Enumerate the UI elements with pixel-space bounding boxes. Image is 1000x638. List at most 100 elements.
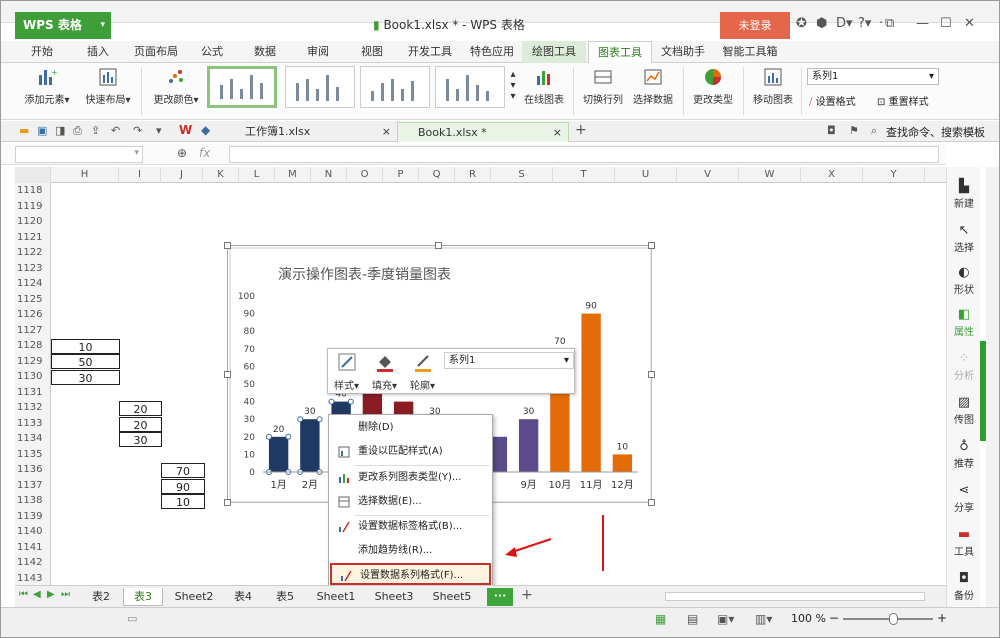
formula-input[interactable] bbox=[229, 146, 939, 163]
series-dropdown[interactable]: 系列1 ▾ bbox=[807, 68, 939, 85]
cell-j1136[interactable]: 70 bbox=[161, 463, 205, 478]
tab-view[interactable]: 视图 bbox=[353, 41, 391, 63]
row-header[interactable]: 1137 bbox=[15, 478, 51, 494]
sidebar-item-share[interactable]: ⋖ 分享 bbox=[947, 483, 981, 514]
resize-handle[interactable] bbox=[648, 371, 655, 378]
row-header[interactable]: 1143 bbox=[15, 571, 51, 587]
export-icon[interactable]: ⇪ bbox=[91, 124, 100, 137]
name-box[interactable]: ▾ bbox=[15, 146, 143, 163]
resize-handle[interactable] bbox=[648, 499, 655, 506]
col-header[interactable]: P bbox=[383, 167, 419, 183]
close-tab-icon[interactable]: × bbox=[382, 122, 391, 142]
sheet-tab[interactable]: Sheet1 bbox=[309, 588, 363, 606]
cell-h1130[interactable]: 30 bbox=[51, 370, 120, 385]
zoom-slider-thumb[interactable] bbox=[889, 613, 898, 625]
add-sheet-icon[interactable]: + bbox=[521, 587, 533, 603]
col-header[interactable]: Y bbox=[863, 167, 925, 183]
switch-rowcol-button[interactable]: 切换行列 bbox=[579, 63, 627, 106]
folder-icon[interactable]: ▬ bbox=[19, 124, 29, 137]
redo-icon[interactable]: ↷ bbox=[133, 124, 142, 137]
cell-j1138[interactable]: 10 bbox=[161, 494, 205, 509]
col-header[interactable]: R bbox=[455, 167, 491, 183]
sheet-tab[interactable]: 表4 bbox=[225, 588, 261, 606]
col-header[interactable]: J bbox=[161, 167, 203, 183]
row-header[interactable]: 1120 bbox=[15, 214, 51, 230]
style-button[interactable]: 样式▾ bbox=[334, 377, 359, 392]
more-icon[interactable]: · bbox=[879, 16, 883, 31]
zoom-out-icon[interactable]: − bbox=[829, 611, 839, 625]
close-tab-icon[interactable]: × bbox=[553, 123, 562, 143]
col-header[interactable]: L bbox=[239, 167, 275, 183]
flag-icon[interactable]: ⚑ bbox=[849, 124, 859, 137]
page-break-icon[interactable]: ▣▾ bbox=[717, 612, 734, 626]
zoom-icon[interactable]: ⊕ bbox=[177, 146, 187, 160]
doc-tab-workbook1[interactable]: 工作簿1.xlsx × bbox=[225, 122, 397, 142]
row-header[interactable]: 1127 bbox=[15, 323, 51, 339]
tab-start[interactable]: 开始 bbox=[21, 41, 63, 63]
change-type-button[interactable]: 更改类型 bbox=[689, 63, 737, 106]
row-header[interactable]: 1130 bbox=[15, 369, 51, 385]
sidebar-item-new[interactable]: ▙ 新建 bbox=[947, 179, 981, 210]
row-header[interactable]: 1119 bbox=[15, 199, 51, 215]
reset-style-button[interactable]: ⊡ 重置样式 bbox=[877, 93, 929, 108]
wps-home-icon[interactable]: W bbox=[179, 123, 192, 137]
resize-handle[interactable] bbox=[435, 242, 442, 249]
col-header[interactable]: S bbox=[491, 167, 553, 183]
skin-icon[interactable]: ✪ bbox=[796, 16, 807, 31]
normal-view-icon[interactable]: ▦ bbox=[655, 612, 666, 626]
new-tab-icon[interactable]: + bbox=[575, 122, 587, 138]
col-header[interactable]: K bbox=[203, 167, 239, 183]
row-header[interactable]: 1132 bbox=[15, 400, 51, 416]
chart-style-2[interactable] bbox=[285, 66, 355, 108]
select-data-button[interactable]: 选择数据 bbox=[629, 63, 677, 106]
zoom-in-icon[interactable]: + bbox=[937, 611, 947, 625]
col-header[interactable]: O bbox=[347, 167, 383, 183]
vertical-scrollbar[interactable] bbox=[986, 167, 999, 607]
close-icon[interactable]: ✕ bbox=[964, 16, 975, 31]
fx-icon[interactable]: fx bbox=[199, 146, 210, 160]
row-header[interactable]: 1136 bbox=[15, 462, 51, 478]
row-header[interactable]: 1122 bbox=[15, 245, 51, 261]
row-header[interactable]: 1134 bbox=[15, 431, 51, 447]
wps-menu-button[interactable]: WPS 表格 ▾ bbox=[15, 12, 111, 39]
row-header[interactable]: 1140 bbox=[15, 524, 51, 540]
row-header[interactable]: 1141 bbox=[15, 540, 51, 556]
menu-item-delete[interactable]: 删除(D) bbox=[330, 417, 491, 439]
move-chart-button[interactable]: 移动图表 bbox=[749, 63, 797, 106]
sidebar-item-select[interactable]: ↖ 选择 bbox=[947, 223, 981, 254]
sheet-tab[interactable]: 表2 bbox=[83, 588, 119, 606]
row-header[interactable]: 1123 bbox=[15, 261, 51, 277]
col-header[interactable]: N bbox=[311, 167, 347, 183]
sidebar-item-tools[interactable]: ▬ 工具 bbox=[947, 527, 981, 558]
row-header[interactable]: 1133 bbox=[15, 416, 51, 432]
col-header[interactable]: H bbox=[51, 167, 119, 183]
horizontal-scrollbar[interactable] bbox=[665, 592, 925, 601]
sidebar-item-recommend[interactable]: ♁ 推荐 bbox=[947, 439, 981, 470]
menu-item-reset-style[interactable]: 重设以匹配样式(A) bbox=[330, 441, 491, 463]
cell-i1133[interactable]: 20 bbox=[119, 417, 162, 432]
row-header[interactable]: 1135 bbox=[15, 447, 51, 463]
menu-item-select-data[interactable]: 选择数据(E)... bbox=[330, 491, 491, 513]
help-icon[interactable]: ?▾ bbox=[858, 16, 871, 31]
prev-sheet-icon[interactable]: ◀ bbox=[33, 589, 41, 600]
online-chart-button[interactable]: 在线图表 bbox=[521, 63, 567, 106]
col-header[interactable]: T bbox=[553, 167, 615, 183]
tab-page-layout[interactable]: 页面布局 bbox=[127, 41, 185, 63]
cell-h1129[interactable]: 50 bbox=[51, 354, 120, 369]
tab-smart-toolbox[interactable]: 智能工具箱 bbox=[717, 41, 783, 63]
tab-doc-assistant[interactable]: 文档助手 bbox=[656, 41, 710, 63]
resize-handle[interactable] bbox=[224, 242, 231, 249]
cell-h1128[interactable]: 10 bbox=[51, 339, 120, 354]
tab-chart-tools[interactable]: 图表工具 bbox=[588, 41, 652, 63]
row-header[interactable]: 1121 bbox=[15, 230, 51, 246]
tab-formula[interactable]: 公式 bbox=[193, 41, 231, 63]
reading-mode-icon[interactable]: ▥▾ bbox=[755, 612, 772, 626]
tab-review[interactable]: 审阅 bbox=[299, 41, 337, 63]
search-icon[interactable]: ⌕ bbox=[871, 124, 877, 138]
change-color-button[interactable]: 更改颜色▾ bbox=[147, 63, 205, 106]
sheet-tab[interactable]: Sheet5 bbox=[425, 588, 479, 606]
maximize-icon[interactable]: ☐ bbox=[940, 16, 952, 31]
sidebar-item-analysis[interactable]: ⁘ 分析 bbox=[947, 351, 981, 382]
chevron-down-icon[interactable]: ▾ bbox=[156, 124, 162, 137]
row-header[interactable]: 1131 bbox=[15, 385, 51, 401]
